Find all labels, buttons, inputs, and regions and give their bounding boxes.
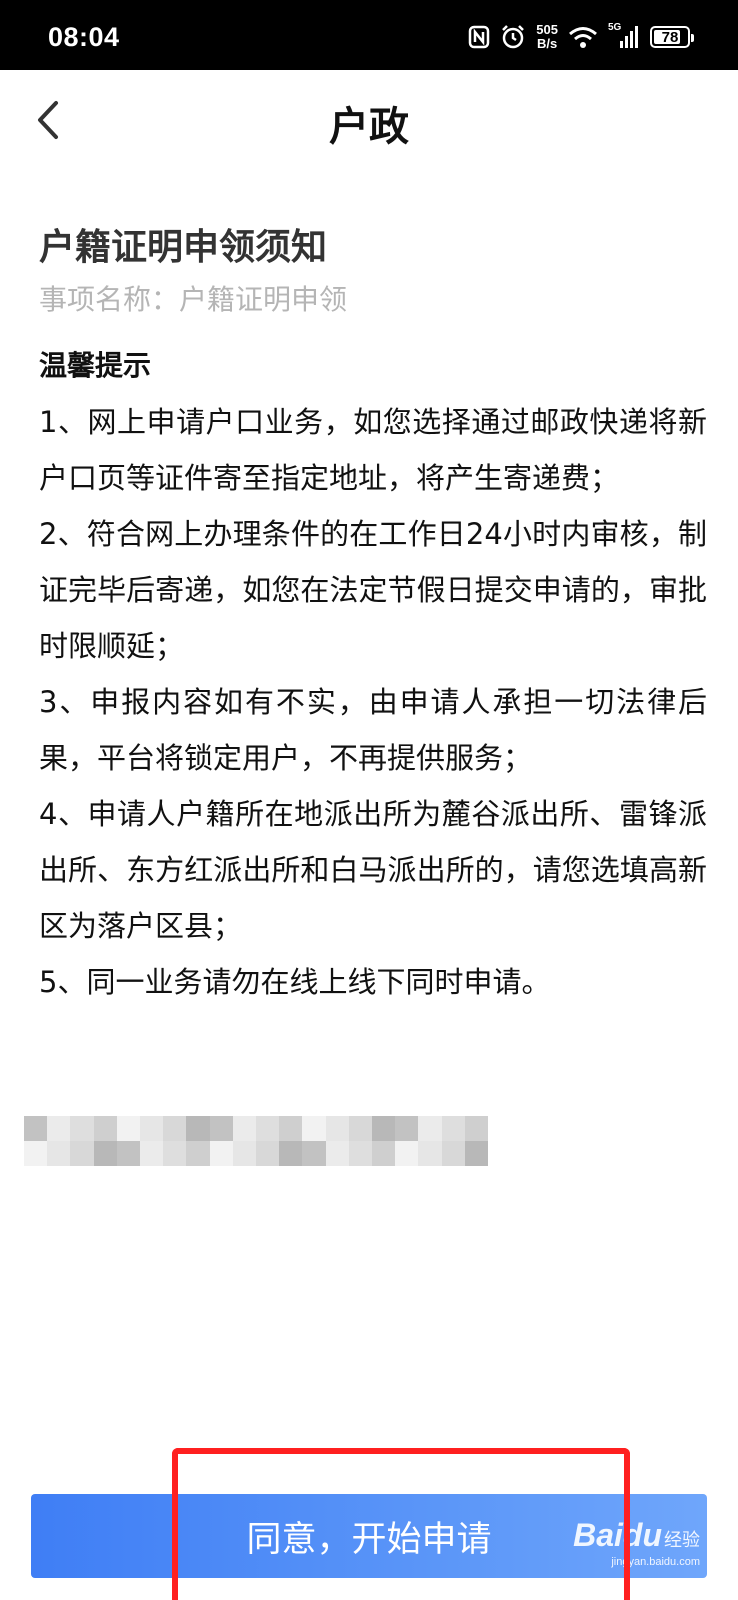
blurred-text [24, 1116, 488, 1166]
tips-list: 1、网上申请户口业务，如您选择通过邮政快递将新户口页等证件寄至指定地址，将产生寄… [39, 394, 707, 1010]
item-name: 事项名称：户籍证明申领 [39, 283, 348, 316]
battery-level: 78 [661, 28, 679, 46]
tip-item: 4、申请人户籍所在地派出所为麓谷派出所、雷锋派出所、东方红派出所和白马派出所的，… [39, 797, 707, 943]
notice-content: 户籍证明申领须知 事项名称：户籍证明申领 温馨提示 1、网上申请户口业务，如您选… [39, 222, 707, 1010]
battery-icon: 78 [650, 26, 694, 48]
net-speed-unit: B/s [537, 36, 558, 51]
tip-item: 1、网上申请户口业务，如您选择通过邮政快递将新户口页等证件寄至指定地址，将产生寄… [39, 405, 707, 495]
nfc-icon [469, 25, 490, 49]
tips-heading: 温馨提示 [39, 349, 152, 382]
watermark-sub: jingyan.baidu.com [611, 1556, 700, 1568]
tip-item: 5、同一业务请勿在线上线下同时申请。 [39, 965, 551, 999]
signal-icon: 5G [608, 22, 640, 50]
status-time: 08:04 [48, 22, 120, 52]
notice-title: 户籍证明申领须知 [39, 227, 328, 268]
tip-item: 3、申报内容如有不实，由申请人承担一切法律后果，平台将锁定用户，不再提供服务； [39, 685, 707, 775]
net-speed: 505 B/s [536, 23, 558, 51]
status-bar: 08:04 505 B/s 5G 78 [0, 0, 738, 70]
page-title: 户政 [329, 104, 409, 150]
watermark: Baidu 经验 jingyan.baidu.com [573, 1517, 700, 1568]
net-speed-value: 505 [536, 22, 558, 37]
wifi-icon [569, 27, 597, 48]
tip-item: 2、符合网上办理条件的在工作日24小时内审核，制证完毕后寄递，如您在法定节假日提… [39, 517, 707, 663]
watermark-text: 经验 [664, 1530, 700, 1551]
status-icons: 505 B/s 5G 78 [468, 22, 694, 52]
alarm-icon [502, 25, 525, 49]
header: 户政 [0, 70, 738, 170]
watermark-logo: Baidu [573, 1517, 662, 1553]
